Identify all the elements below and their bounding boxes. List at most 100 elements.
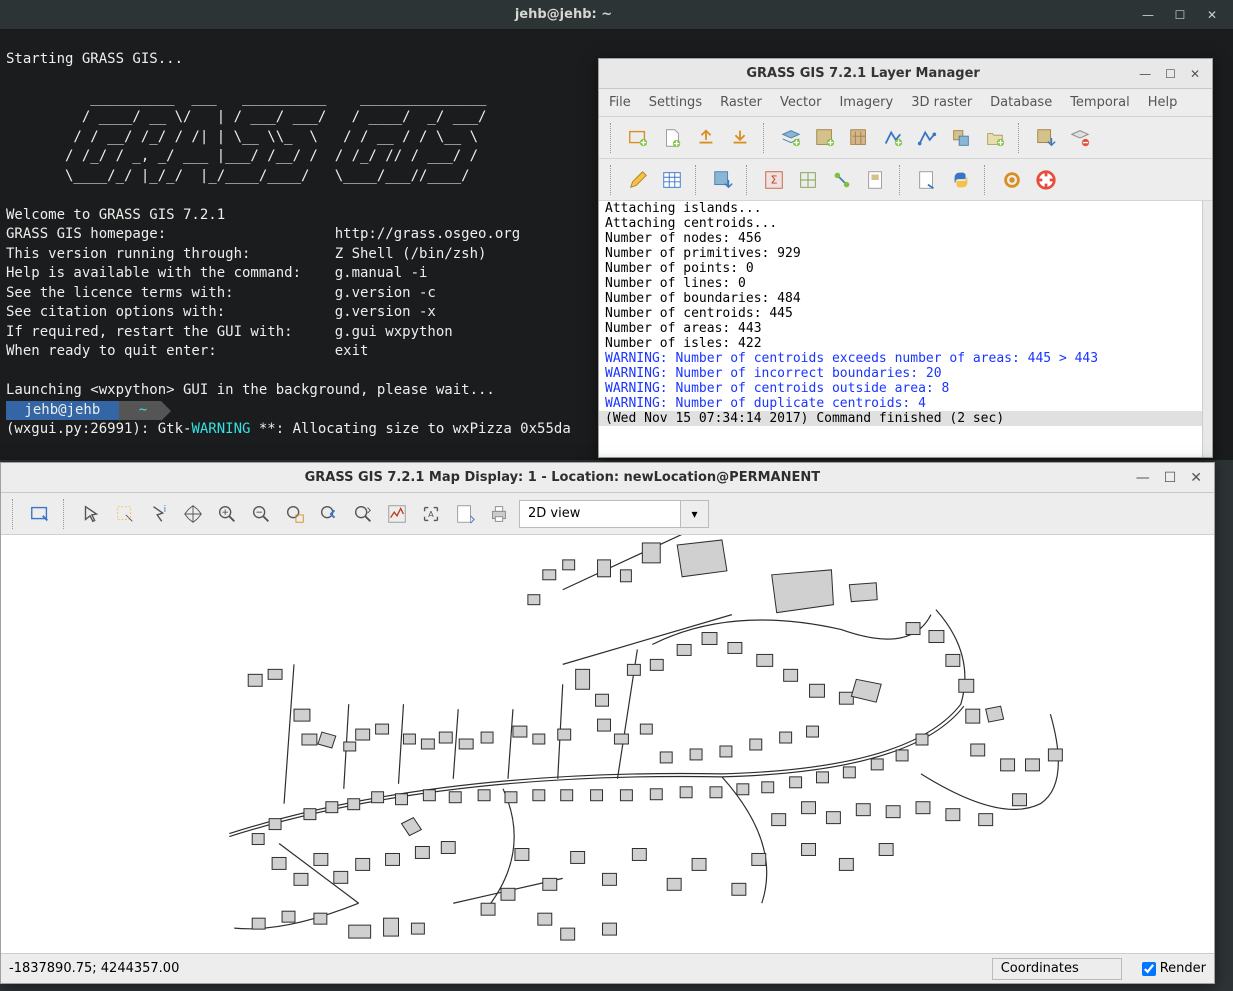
settings-icon[interactable] xyxy=(998,166,1026,194)
zoom-out-icon[interactable] xyxy=(247,500,275,528)
term-line: / ____/ __ \/ | / ___/ ___/ / ____/ _/ _… xyxy=(6,109,512,125)
svg-text:A: A xyxy=(428,508,434,518)
md-close[interactable]: ✕ xyxy=(1190,470,1202,486)
add-vector-icon[interactable] xyxy=(879,124,907,152)
view-mode-select[interactable]: 2D view ▾ xyxy=(519,500,709,528)
prompt-path: ~ xyxy=(119,401,161,421)
edit-vector-icon[interactable] xyxy=(624,166,652,194)
md-minimize[interactable]: — xyxy=(1136,470,1150,486)
terminal-titlebar: jehb@jehb: ~ — ☐ ✕ xyxy=(0,0,1233,30)
console-warning: WARNING: Number of duplicate centroids: … xyxy=(599,396,1212,411)
add-group-icon[interactable] xyxy=(981,124,1009,152)
add-overlay-icon[interactable] xyxy=(947,124,975,152)
term-line: Starting GRASS GIS... xyxy=(6,51,183,67)
map-display-statusbar: -1837890.75; 4244357.00 Coordinates Rend… xyxy=(1,953,1214,983)
select-icon[interactable] xyxy=(111,500,139,528)
import-vector-icon[interactable] xyxy=(709,166,737,194)
layer-manager-title: GRASS GIS 7.2.1 Layer Manager xyxy=(599,66,1127,81)
status-coordinates: -1837890.75; 4244357.00 xyxy=(9,961,179,976)
maximize-button[interactable]: ☐ xyxy=(1173,8,1187,22)
lm-minimize[interactable]: — xyxy=(1139,67,1151,81)
modeler-icon[interactable] xyxy=(828,166,856,194)
console-line: Number of isles: 422 xyxy=(599,336,1212,351)
render-label: Render xyxy=(1160,961,1206,976)
menu-settings[interactable]: Settings xyxy=(649,95,702,110)
pan-icon[interactable] xyxy=(179,500,207,528)
layer-manager-toolbar-1 xyxy=(599,117,1212,159)
console-finished: (Wed Nov 15 07:34:14 2017) Command finis… xyxy=(599,411,1212,426)
query-icon[interactable]: i xyxy=(145,500,173,528)
gtk-warning: WARNING xyxy=(191,421,250,437)
map-canvas[interactable] xyxy=(1,535,1214,953)
menu-raster[interactable]: Raster xyxy=(720,95,762,110)
menu-database[interactable]: Database xyxy=(990,95,1052,110)
console-warning: WARNING: Number of centroids outside are… xyxy=(599,381,1212,396)
status-mode-value: Coordinates xyxy=(1001,961,1079,976)
analyze-icon[interactable] xyxy=(383,500,411,528)
save-display-icon[interactable] xyxy=(451,500,479,528)
pointer-icon[interactable] xyxy=(77,500,105,528)
render-map-icon[interactable] xyxy=(26,500,54,528)
menu-imagery[interactable]: Imagery xyxy=(839,95,893,110)
render-checkbox-label[interactable]: Render xyxy=(1142,961,1206,976)
zoom-menu-icon[interactable] xyxy=(349,500,377,528)
term-line: When ready to quit enter: exit xyxy=(6,343,368,359)
python-icon[interactable] xyxy=(947,166,975,194)
help-icon[interactable] xyxy=(1032,166,1060,194)
menu-3draster[interactable]: 3D raster xyxy=(911,95,972,110)
add-layers-icon[interactable] xyxy=(777,124,805,152)
attribute-table-icon[interactable] xyxy=(658,166,686,194)
lm-close[interactable]: ✕ xyxy=(1190,67,1200,81)
menu-file[interactable]: File xyxy=(609,95,631,110)
term-line: If required, restart the GUI with: g.gui… xyxy=(6,324,453,340)
term-line: This version running through: Z Shell (/… xyxy=(6,246,486,262)
layer-manager-console[interactable]: Attaching islands... Attaching centroids… xyxy=(599,201,1212,457)
md-maximize[interactable]: ☐ xyxy=(1164,470,1177,486)
term-line: __________ ___ __________ ______________… xyxy=(6,90,512,106)
close-button[interactable]: ✕ xyxy=(1205,8,1219,22)
add-raster-misc-icon[interactable] xyxy=(845,124,873,152)
script-icon[interactable] xyxy=(913,166,941,194)
chevron-down-icon[interactable]: ▾ xyxy=(680,501,708,527)
minimize-button[interactable]: — xyxy=(1141,8,1155,22)
menu-help[interactable]: Help xyxy=(1148,95,1178,110)
remove-layer-icon[interactable] xyxy=(1066,124,1094,152)
new-display-icon[interactable] xyxy=(624,124,652,152)
svg-text:Σ: Σ xyxy=(771,173,778,186)
georectify-icon[interactable] xyxy=(794,166,822,194)
console-line: Number of lines: 0 xyxy=(599,276,1212,291)
console-line: Number of points: 0 xyxy=(599,261,1212,276)
menu-vector[interactable]: Vector xyxy=(780,95,821,110)
import-raster-icon[interactable] xyxy=(1032,124,1060,152)
term-line: See citation options with: g.version -x xyxy=(6,304,436,320)
layer-manager-menubar: File Settings Raster Vector Imagery 3D r… xyxy=(599,89,1212,117)
add-vector-misc-icon[interactable] xyxy=(913,124,941,152)
layer-manager-titlebar[interactable]: GRASS GIS 7.2.1 Layer Manager — ☐ ✕ xyxy=(599,59,1212,89)
term-line xyxy=(6,187,512,203)
zoom-in-icon[interactable] xyxy=(213,500,241,528)
gtk-line-pre: (wxgui.py:26991): Gtk- xyxy=(6,421,191,437)
status-mode-select[interactable]: Coordinates xyxy=(992,958,1122,980)
layer-manager-toolbar-2: Σ xyxy=(599,159,1212,201)
open-workspace-icon[interactable] xyxy=(692,124,720,152)
new-workspace-icon[interactable] xyxy=(658,124,686,152)
terminal-title: jehb@jehb: ~ xyxy=(0,7,1127,22)
console-scrollbar[interactable] xyxy=(1202,201,1212,457)
layer-manager-window: GRASS GIS 7.2.1 Layer Manager — ☐ ✕ File… xyxy=(598,58,1213,458)
console-line: Number of primitives: 929 xyxy=(599,246,1212,261)
print-icon[interactable] xyxy=(485,500,513,528)
raster-calc-icon[interactable]: Σ xyxy=(760,166,788,194)
add-overlay-md-icon[interactable]: A xyxy=(417,500,445,528)
zoom-last-icon[interactable] xyxy=(315,500,343,528)
map-display-titlebar[interactable]: GRASS GIS 7.2.1 Map Display: 1 - Locatio… xyxy=(1,463,1214,493)
add-raster-icon[interactable] xyxy=(811,124,839,152)
save-workspace-icon[interactable] xyxy=(726,124,754,152)
lm-maximize[interactable]: ☐ xyxy=(1165,67,1176,81)
view-mode-value: 2D view xyxy=(520,506,680,521)
term-line: Welcome to GRASS GIS 7.2.1 xyxy=(6,207,225,223)
cartographic-composer-icon[interactable] xyxy=(862,166,890,194)
zoom-region-icon[interactable] xyxy=(281,500,309,528)
menu-temporal[interactable]: Temporal xyxy=(1070,95,1130,110)
render-checkbox[interactable] xyxy=(1142,962,1156,976)
svg-text:i: i xyxy=(164,504,167,515)
